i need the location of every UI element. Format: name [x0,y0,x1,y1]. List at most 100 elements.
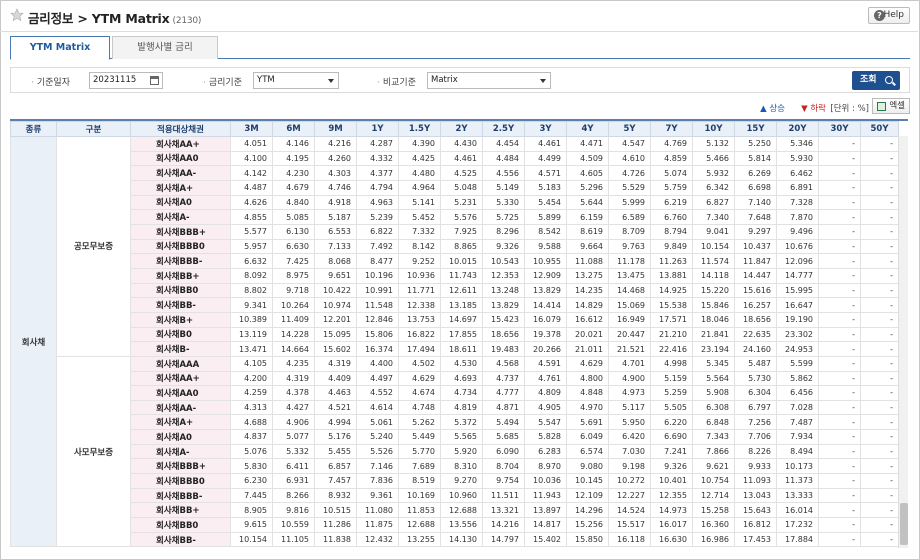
table-row[interactable]: 회사채BB0 8.802 9.718 10.422 10.991 11.771 12.611… [11,282,899,299]
table-row[interactable]: 사모무보증 회사채AAA 4.105 4.235 4.319 4.400 4.502 4.53… [11,355,899,548]
yield-cell: 5.999 [608,194,651,211]
yield-cell: 4.425 [398,150,441,167]
yield-cell: 15.258 [692,502,735,519]
yield-cell: - [818,355,861,372]
yield-cell: 15.602 [314,341,357,357]
table-row[interactable]: 회사채B+ 10.389 11.409 12.201 12.846 13.753 14.69… [11,311,899,328]
table-row[interactable]: 회사채BBB0 6.230 6.931 7.457 7.836 8.519 9.270 9.7… [11,473,899,489]
yield-cell: 4.906 [272,414,315,431]
column-header: 6M [272,121,315,137]
favorite-star-icon[interactable] [10,8,24,22]
yield-cell: 15.538 [650,297,693,313]
compare-basis-select[interactable]: Matrix [427,72,551,89]
yield-cell: 14.228 [272,326,315,343]
table-row[interactable]: 회사채BB+ 8.905 9.816 10.515 11.080 11.853 12.688… [11,502,899,519]
yield-cell: 4.200 [230,370,273,387]
yield-cell: - [818,253,861,269]
yield-cell: - [860,150,899,167]
table-row[interactable]: 회사채A+ 4.688 4.906 4.994 5.061 5.262 5.372 5.494… [11,414,899,431]
table-row[interactable]: 회사채BB- 10.154 11.105 11.838 12.432 13.255 14.1… [11,531,899,548]
legend-row: ▲ 상승 ▼ 하락 [단위 : %] 엑셀 [10,98,910,116]
table-row[interactable]: 회사채A0 4.626 4.840 4.918 4.963 5.141 5.231 5.330… [11,194,899,211]
yield-cell: 16.360 [692,517,735,533]
table-row[interactable]: 회사채AA- 4.142 4.230 4.303 4.377 4.480 4.525 4.55… [11,165,899,181]
tab-issuer-rates[interactable]: 발행사별 금리 [112,36,218,59]
yield-cell: 10.389 [230,311,273,328]
yield-cell: 5.685 [482,429,525,445]
table-row[interactable]: 회사채AA0 4.259 4.378 4.463 4.552 4.674 4.734 4.77… [11,385,899,401]
table-row[interactable]: 회사채A- 5.076 5.332 5.455 5.526 5.770 5.920 6.090… [11,443,899,460]
yield-cell: 4.480 [398,165,441,181]
search-button[interactable]: 조회 [852,71,900,90]
yield-cell: 4.530 [440,355,483,372]
yield-cell: 7.866 [692,443,735,460]
table-row[interactable]: 회사채AA+ 4.200 4.319 4.409 4.497 4.629 4.693 4.73… [11,370,899,387]
yield-cell: 4.377 [356,165,399,181]
column-header: 구분 [56,121,131,137]
yield-cell: - [818,341,861,357]
yield-cell: 7.445 [230,487,273,504]
yield-cell: 4.461 [440,150,483,167]
tab-ytm-matrix[interactable]: YTM Matrix [10,36,110,60]
yield-cell: 4.777 [482,385,525,401]
vertical-scrollbar[interactable] [898,136,908,548]
yield-cell: 13.475 [608,267,651,284]
yield-cell: 6.219 [650,194,693,211]
table-row[interactable]: 회사채BBB- 7.445 8.266 8.932 9.361 10.169 10.960 1… [11,487,899,504]
table-row[interactable]: 회사채B- 13.471 14.664 15.602 16.374 17.494 18.61… [11,341,899,357]
table-row[interactable]: 회사채A- 4.855 5.085 5.187 5.239 5.452 5.576 5.725… [11,209,899,225]
yield-cell: 5.250 [734,136,777,152]
calendar-icon[interactable] [150,76,159,85]
yield-cell: 11.548 [356,297,399,313]
rate-basis-value: YTM [257,75,275,85]
yield-cell: 4.871 [482,399,525,416]
help-button[interactable]: ? Help [868,7,910,24]
table-row[interactable]: 회사채BBB- 6.632 7.425 8.068 8.477 9.252 10.015 10… [11,253,899,269]
yield-cell: 7.934 [776,429,819,445]
unit-label: [단위 : %] [830,104,869,114]
yield-cell: 5.296 [566,179,609,196]
table-body: 회사채 공모무보증 회사채AA+ 4.051 4.146 4.216 4.287 4.390 4… [10,135,899,548]
table-row[interactable]: 회사채A0 4.837 5.077 5.176 5.240 5.449 5.565 5.685… [11,429,899,445]
date-input[interactable]: 20231115 [89,72,163,89]
yield-cell: 6.420 [608,429,651,445]
yield-cell: - [860,209,899,225]
rate-basis-select[interactable]: YTM [253,72,339,89]
yield-cell: 7.328 [776,194,819,211]
yield-cell: 8.519 [398,473,441,489]
table-row[interactable]: 회사채BB0 9.615 10.559 11.286 11.875 12.688 13.55… [11,517,899,533]
table-row[interactable]: 회사채BBB0 5.957 6.630 7.133 7.492 8.142 8.865 9.3… [11,238,899,255]
yield-cell: 10.154 [692,238,735,255]
yield-cell: 4.614 [356,399,399,416]
yield-cell: 23.302 [776,326,819,343]
yield-cell: 7.706 [734,429,777,445]
column-header: 7Y [650,121,693,137]
yield-cell: 4.303 [314,165,357,181]
yield-cell: 4.463 [314,385,357,401]
yield-cell: 4.837 [230,429,273,445]
yield-cell: 18.611 [440,341,483,357]
yield-cell: - [818,385,861,401]
scrollbar-thumb[interactable] [900,503,908,545]
table-row[interactable]: 회사채B0 13.119 14.228 15.095 15.806 16.822 17.85… [11,326,899,343]
yield-cell: - [860,282,899,299]
excel-export-button[interactable]: 엑셀 [872,98,910,114]
column-header: 1Y [356,121,399,137]
yield-cell: 11.105 [272,531,315,548]
table-row[interactable]: 회사채AA- 4.313 4.427 4.521 4.614 4.748 4.819 4.87… [11,399,899,416]
yield-cell: 5.449 [398,429,441,445]
table-row[interactable]: 회사채BB+ 8.092 8.975 9.651 10.196 10.936 11.743 1… [11,267,899,284]
yield-cell: 6.698 [734,179,777,196]
rise-legend: ▲ 상승 [760,104,785,114]
bond-name-cell: 회사채AA0 [130,150,231,167]
table-row[interactable]: 회사채AA0 4.100 4.195 4.260 4.332 4.425 4.461 4.48… [11,150,899,167]
bond-name-cell: 회사채AA+ [130,136,231,152]
table-row[interactable]: 회사채BBB+ 5.830 6.411 6.857 7.146 7.689 8.310 8.7… [11,458,899,475]
table-row[interactable]: 회사채BB- 9.341 10.264 10.974 11.548 12.338 13.18… [11,297,899,313]
yield-cell: 7.425 [272,253,315,269]
table-row[interactable]: 회사채 공모무보증 회사채AA+ 4.051 4.146 4.216 4.287 4.390 4… [10,135,899,548]
compare-basis-label: 비교기준 [377,75,416,88]
table-row[interactable]: 회사채A+ 4.487 4.679 4.746 4.794 4.964 5.048 5.149… [11,179,899,196]
yield-cell: 9.496 [776,223,819,240]
table-row[interactable]: 회사채BBB+ 5.577 6.130 6.553 6.822 7.332 7.925 8.2… [11,223,899,240]
